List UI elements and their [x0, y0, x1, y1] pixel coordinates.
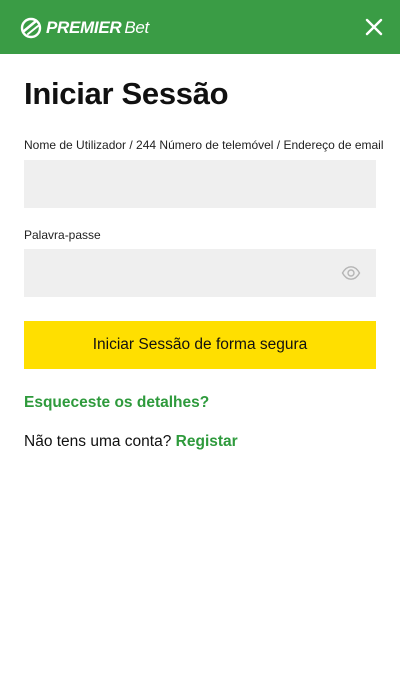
premierbet-logo[interactable]: PREMIER Bet	[20, 15, 149, 41]
forgot-details-link[interactable]: Esqueceste os detalhes?	[24, 394, 209, 412]
premierbet-logo-icon	[20, 17, 42, 39]
register-link[interactable]: Registar	[176, 433, 238, 450]
logo-primary: PREMIER	[46, 18, 122, 37]
logo-secondary: Bet	[124, 18, 149, 37]
password-input[interactable]	[24, 249, 376, 297]
username-label: Nome de Utilizador / 244 Número de telem…	[24, 138, 384, 152]
username-input[interactable]	[24, 160, 376, 208]
password-label: Palavra-passe	[24, 228, 101, 242]
eye-icon[interactable]	[341, 263, 361, 283]
no-account-text: Não tens uma conta?	[24, 433, 172, 450]
logo-text: PREMIER Bet	[46, 18, 149, 38]
page-title: Iniciar Sessão	[24, 76, 229, 111]
close-icon[interactable]	[362, 15, 386, 39]
top-bar: PREMIER Bet	[0, 0, 400, 54]
signup-row: Não tens uma conta? Registar	[24, 433, 238, 451]
secure-login-button[interactable]: Iniciar Sessão de forma segura	[24, 321, 376, 369]
